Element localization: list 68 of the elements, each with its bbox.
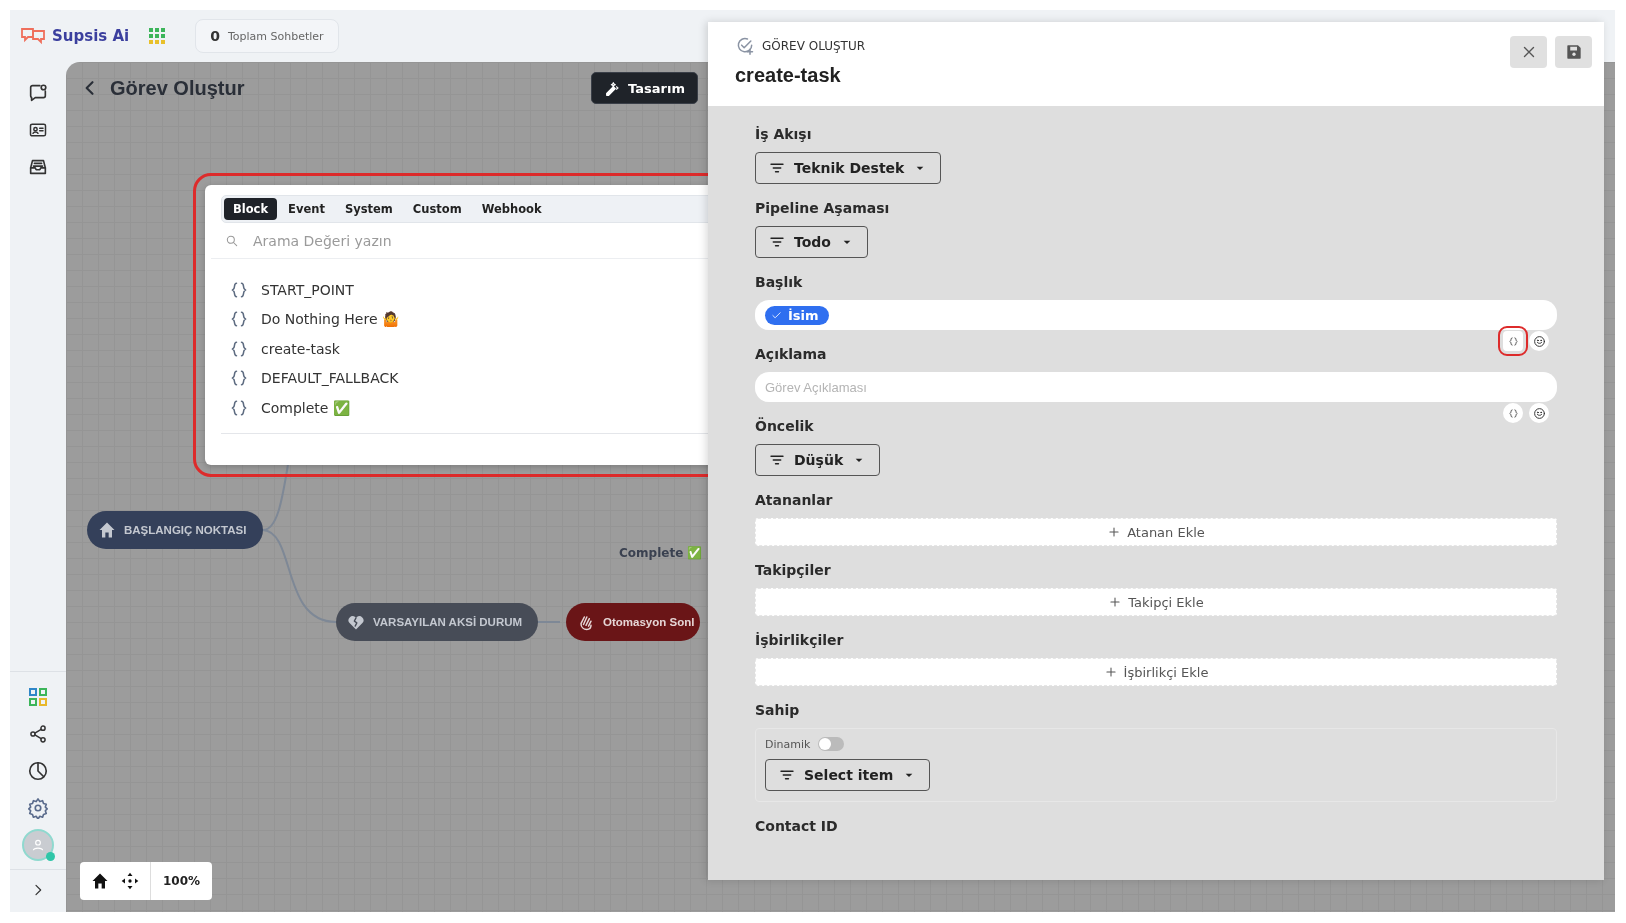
check-icon	[771, 309, 782, 321]
plus-icon	[1103, 665, 1118, 679]
plus-icon	[1107, 525, 1122, 539]
dashboard-grid-icon[interactable]	[28, 686, 48, 707]
add-button[interactable]: İşbirlikçi Ekle	[755, 658, 1557, 686]
panel-title: create-task	[735, 64, 842, 87]
share-icon[interactable]	[28, 723, 48, 744]
category-tab[interactable]: Webhook	[472, 198, 551, 220]
category-tab[interactable]: Block	[224, 198, 278, 220]
braces-icon	[1507, 407, 1519, 419]
chat-bubble-icon[interactable]	[27, 81, 49, 104]
toggle-switch[interactable]	[818, 737, 845, 751]
pie-chart-icon[interactable]	[27, 759, 49, 782]
dropdown-button[interactable]: Teknik Destek	[755, 152, 942, 184]
variable-option[interactable]: START_POINT	[261, 281, 354, 298]
title-field[interactable]: İsim	[755, 300, 1557, 330]
chat-count: 0	[210, 28, 220, 44]
category-tab[interactable]: Event	[279, 198, 334, 220]
field-label: Atananlar	[755, 492, 833, 510]
field-label: Açıklama	[755, 346, 827, 364]
add-button[interactable]: Atanan Ekle	[755, 518, 1557, 546]
magic-pen-icon	[604, 80, 621, 96]
field-label: Takipçiler	[755, 562, 831, 580]
brand-name: Supsis Ai	[52, 27, 130, 45]
flow-node[interactable]: VARSAYILAN AKSİ DURUM	[336, 603, 539, 641]
description-field[interactable]: Görev Açıklaması	[755, 372, 1557, 402]
search-icon	[225, 234, 239, 248]
dropdown-button[interactable]: Düşük	[755, 444, 881, 476]
variable-option[interactable]: create-task	[261, 340, 340, 357]
add-button[interactable]: Takipçi Ekle	[755, 588, 1557, 616]
toggle-label: Dinamik	[765, 737, 811, 751]
field-label: İşbirlikçiler	[755, 632, 844, 650]
zoom-level: 100%	[162, 874, 202, 888]
field-label: Contact ID	[755, 818, 838, 836]
plus-icon	[1108, 595, 1123, 609]
house-icon	[97, 520, 117, 540]
braces-icon	[1507, 335, 1519, 347]
field-label: Öncelik	[755, 418, 814, 436]
home-icon[interactable]	[90, 871, 110, 891]
logo-icon	[20, 26, 46, 46]
smile-icon	[1532, 334, 1546, 348]
category-tab[interactable]: Custom	[403, 198, 471, 220]
design-button[interactable]: Tasarım	[591, 72, 698, 104]
field-label: İş Akışı	[755, 126, 812, 144]
flow-node[interactable]: Otomasyon Sonl	[566, 603, 701, 641]
field-label: Sahip	[755, 702, 800, 720]
dropdown-button[interactable]: Todo	[755, 226, 868, 258]
chat-count-label: Toplam Sohbetler	[227, 29, 324, 43]
move-arrows-icon[interactable]	[120, 871, 140, 891]
variable-option[interactable]: DEFAULT_FALLBACK	[261, 370, 399, 387]
emoji-button[interactable]	[1529, 403, 1549, 423]
variable-option[interactable]: Do Nothing Here 🤷	[261, 311, 399, 328]
variable-option[interactable]: Complete ✅	[261, 399, 350, 416]
emoji-button[interactable]	[1529, 331, 1549, 351]
page-title: Görev Oluştur	[110, 76, 245, 100]
check-plus-icon	[735, 36, 755, 56]
field-label: Başlık	[755, 274, 803, 292]
edge-label: Complete ✅	[619, 546, 703, 560]
category-tab[interactable]: System	[335, 198, 402, 220]
save-button[interactable]	[1555, 36, 1592, 68]
smile-icon	[1532, 406, 1546, 420]
dropdown-button[interactable]: Select item	[765, 759, 931, 791]
flow-node[interactable]: BAŞLANGIÇ NOKTASI	[87, 511, 263, 549]
field-label: Pipeline Aşaması	[755, 200, 890, 218]
settings-icon[interactable]	[27, 796, 49, 819]
search-field[interactable]: Arama Değeri yazın	[251, 232, 655, 250]
panel-kicker: GÖREV OLUŞTUR	[762, 39, 866, 53]
variable-chip[interactable]: İsim	[765, 305, 829, 325]
